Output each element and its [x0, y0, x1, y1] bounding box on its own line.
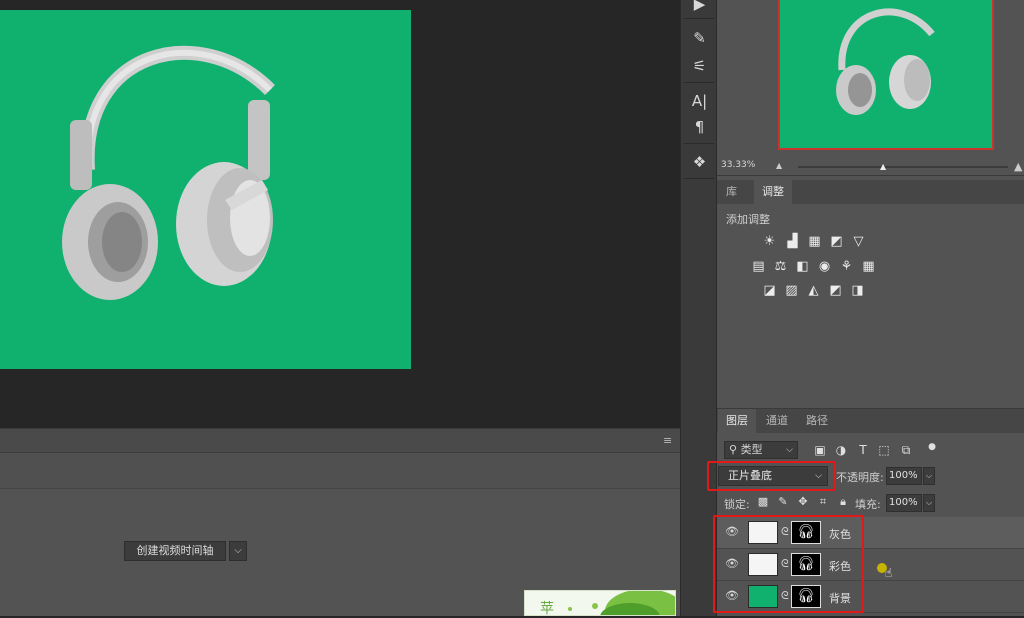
character-icon[interactable]: A|	[681, 91, 718, 111]
shape-filter-icon[interactable]: ⬚	[877, 443, 891, 457]
document-canvas[interactable]	[0, 10, 411, 369]
channel-mixer-icon[interactable]: ⚘	[838, 260, 855, 274]
fill-dropdown[interactable]: ⌵	[923, 494, 935, 512]
lock-position-icon[interactable]: ✥	[796, 495, 810, 509]
posterize-icon[interactable]: ▨	[783, 284, 800, 298]
lock-transparent-icon[interactable]: ▩	[756, 495, 770, 509]
properties-sliders-icon[interactable]: ⚟	[681, 56, 718, 76]
paragraph-icon[interactable]: ¶	[681, 117, 718, 137]
create-video-timeline-button[interactable]: 创建视频时间轴	[124, 541, 226, 561]
opacity-dropdown[interactable]: ⌵	[923, 467, 935, 485]
vibrance-icon[interactable]: ▽	[850, 235, 867, 249]
timeline-mode-dropdown[interactable]: ⌵	[229, 541, 247, 561]
canvas-scroll-area	[0, 410, 680, 428]
tab-library[interactable]: 库	[718, 180, 745, 204]
layer-filter-kind-select[interactable]: ⚲ 类型 ⌵	[724, 441, 798, 459]
zoom-level[interactable]: 33.33%	[721, 160, 755, 170]
timeline-panel	[0, 428, 680, 616]
tab-layers[interactable]: 图层	[718, 409, 756, 433]
threshold-icon[interactable]: ◭	[805, 284, 822, 298]
headphones-image	[62, 45, 275, 300]
search-icon: ⚲	[729, 443, 738, 456]
filter-toggle-icon[interactable]: ●	[925, 440, 939, 454]
filter-kind-value: 类型	[740, 443, 763, 456]
lock-artboard-icon[interactable]: ⌗	[816, 495, 830, 509]
chevron-down-icon: ⌵	[786, 445, 793, 455]
thumbnail-headphones	[836, 8, 935, 115]
type-filter-icon[interactable]: T	[856, 443, 870, 457]
timeline-toolbar	[0, 453, 680, 489]
opacity-label: 不透明度:	[836, 471, 884, 484]
tab-paths[interactable]: 路径	[798, 409, 836, 433]
timeline-header	[0, 429, 680, 453]
zoom-slider-handle[interactable]: ▲	[880, 163, 888, 171]
tab-adjustments[interactable]: 调整	[754, 180, 792, 204]
black-white-icon[interactable]: ◧	[794, 260, 811, 274]
adjustment-filter-icon[interactable]: ◑	[834, 443, 848, 457]
zoom-in-icon[interactable]: ▲	[1014, 160, 1022, 173]
hue-saturation-icon[interactable]: ▤	[750, 260, 767, 274]
play-icon[interactable]: ▶	[681, 0, 718, 14]
zoom-slider[interactable]	[798, 166, 1008, 168]
curves-icon[interactable]: ▦	[806, 235, 823, 249]
add-adjustment-title: 添加调整	[726, 213, 770, 226]
3d-icon[interactable]: ❖	[681, 152, 718, 172]
ad-text: 苹	[540, 601, 554, 617]
lock-all-icon[interactable]: 🔒︎	[836, 495, 850, 509]
lock-paint-icon[interactable]: ✎	[776, 495, 790, 509]
exposure-icon[interactable]: ◩	[828, 235, 845, 249]
zoom-out-icon[interactable]: ▲	[776, 161, 782, 170]
opacity-input[interactable]: 100%	[886, 467, 922, 485]
photo-filter-icon[interactable]: ◉	[816, 260, 833, 274]
navigator-thumbnail[interactable]	[778, 0, 994, 150]
fill-label: 填充:	[855, 498, 881, 511]
brush-settings-icon[interactable]: ✎	[681, 28, 718, 48]
layers-highlight	[713, 515, 864, 613]
color-balance-icon[interactable]: ⚖	[772, 260, 789, 274]
gradient-map-icon[interactable]: ◩	[827, 284, 844, 298]
smart-object-filter-icon[interactable]: ⧉	[899, 443, 913, 457]
lock-label: 锁定:	[724, 498, 750, 511]
fill-input[interactable]: 100%	[886, 494, 922, 512]
selective-color-icon[interactable]: ◨	[849, 284, 866, 298]
hand-cursor-icon: ☝	[885, 566, 893, 580]
color-lookup-icon[interactable]: ▦	[860, 260, 877, 274]
invert-icon[interactable]: ◪	[761, 284, 778, 298]
pixel-filter-icon[interactable]: ▣	[813, 443, 827, 457]
blend-mode-highlight	[707, 461, 836, 491]
levels-icon[interactable]: ▟	[784, 235, 801, 249]
tab-channels[interactable]: 通道	[758, 409, 796, 433]
brightness-contrast-icon[interactable]: ☀	[761, 235, 778, 249]
panel-icon-strip: ▶ ✎ ⚟ A| ¶ ❖	[680, 0, 717, 616]
